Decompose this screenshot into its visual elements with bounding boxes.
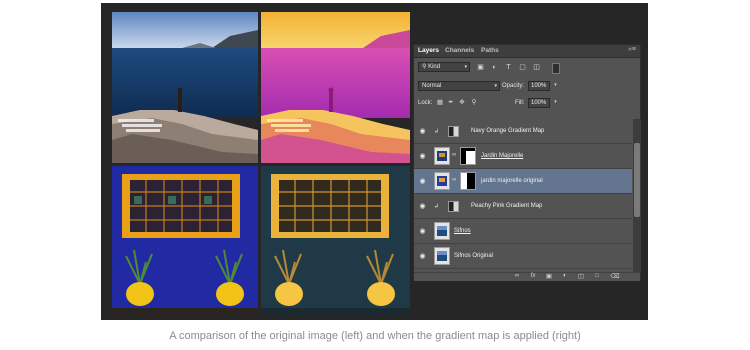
gradient-map-adjustment-icon [448,126,459,137]
lock-label: Lock: [418,100,433,106]
filter-shape-icon[interactable]: ▢ [518,63,527,72]
blend-mode-dropdown[interactable]: Normal ▾ [418,81,500,91]
lock-move-icon[interactable]: ✥ [458,99,466,107]
layers-scrollbar-thumb[interactable] [634,143,640,217]
layer-row-jardin-majorelle[interactable]: ◉ ∞ Jardin Majorelle [414,144,632,169]
image-caption: A comparison of the original image (left… [169,330,581,342]
lock-all-icon[interactable]: ⚲ [470,99,478,107]
chevron-down-icon: ▾ [494,83,497,89]
layer-name[interactable]: Jardin Majorelle [481,153,523,159]
layer-row-jardin-majorelle-original[interactable]: ◉ ∞ jardin majorelle original [414,169,632,194]
layer-name[interactable]: Peachy Pink Gradient Map [471,203,542,209]
layer-row-sifnos[interactable]: ◉ Sifnos [414,219,632,244]
chevron-down-icon: ▾ [464,64,467,70]
adjustment-layer-icon[interactable]: ◐ [560,272,570,279]
lock-paint-icon[interactable]: ✒ [447,99,455,107]
screenshot-frame: Layers Channels Paths »≡ ⚲ Kind ▾ ▣ ◐ T … [101,3,648,320]
layer-mask-thumbnail[interactable] [460,172,476,190]
eye-icon[interactable]: ◉ [418,202,427,211]
opacity-input[interactable]: 100% [528,81,550,91]
sifnos-original-image [112,12,258,163]
photo-sifnos-original [112,12,258,163]
tab-paths[interactable]: Paths [481,47,499,54]
tab-layers[interactable]: Layers [418,47,439,54]
filter-kind-label: Kind [428,64,441,70]
eye-icon[interactable]: ◉ [418,227,427,236]
filter-smart-object-icon[interactable]: ◫ [532,63,541,72]
fill-input[interactable]: 100% [528,98,550,108]
trash-icon[interactable]: ⌫ [610,272,620,280]
add-mask-icon[interactable]: ▣ [544,272,554,280]
layer-name[interactable]: Sifnos [454,228,471,234]
eye-icon[interactable]: ◉ [418,177,427,186]
layer-thumbnail [434,147,450,165]
clip-arrow-icon: ↲ [434,204,440,210]
eye-icon[interactable]: ◉ [418,252,427,261]
fill-slider-icon[interactable]: ▾ [551,98,560,107]
clip-arrow-icon: ↲ [434,129,440,135]
layer-name[interactable]: jardin majorelle original [481,178,543,184]
fill-label: Fill: [515,100,525,106]
photo-majorelle-original [112,166,258,316]
link-icon[interactable]: ∞ [452,177,456,183]
link-layers-icon[interactable]: ∞ [512,272,522,279]
photo-majorelle-gradient [261,166,410,316]
group-folder-icon[interactable]: ◫ [576,272,586,280]
blend-mode-value: Normal [422,83,442,89]
layer-row-navy-orange[interactable]: ◉ ↲ Navy Orange Gradient Map [414,119,632,144]
search-icon: ⚲ [422,64,427,70]
new-layer-icon[interactable]: □ [592,272,602,279]
filter-adjustment-icon[interactable]: ◐ [490,63,499,72]
panel-tab-bar: Layers Channels Paths »≡ [414,45,640,58]
eye-icon[interactable]: ◉ [418,127,427,136]
filter-type-icon[interactable]: T [504,63,513,72]
eye-icon[interactable]: ◉ [418,152,427,161]
link-icon[interactable]: ∞ [452,152,456,158]
sifnos-gradient-image [261,12,410,163]
layer-thumbnail [434,247,450,265]
layer-row-peachy-pink[interactable]: ◉ ↲ Peachy Pink Gradient Map [414,194,632,219]
opacity-slider-icon[interactable]: ▾ [551,81,560,90]
layer-thumbnail [434,222,450,240]
filter-toggle-icon[interactable] [552,63,560,74]
layer-name[interactable]: Sifnos Original [454,253,493,259]
layers-footer-toolbar: ∞ fx ▣ ◐ ◫ □ ⌫ [414,272,640,281]
opacity-label: Opacity: [502,83,525,89]
photo-sifnos-gradient [261,12,410,163]
majorelle-gradient-image [261,166,410,316]
gradient-map-adjustment-icon [448,201,459,212]
layers-panel: Layers Channels Paths »≡ ⚲ Kind ▾ ▣ ◐ T … [413,44,641,281]
tab-channels[interactable]: Channels [445,47,474,54]
layer-name[interactable]: Navy Orange Gradient Map [471,128,544,134]
majorelle-original-image [112,166,258,316]
lock-transparent-icon[interactable]: ▦ [436,99,444,107]
layer-mask-thumbnail[interactable] [460,147,476,165]
panel-menu-icon[interactable]: »≡ [628,46,636,53]
filter-kind-dropdown[interactable]: ⚲ Kind ▾ [418,62,470,72]
filter-pixel-icon[interactable]: ▣ [476,63,485,72]
fx-icon[interactable]: fx [528,272,538,279]
layer-row-sifnos-original[interactable]: ◉ Sifnos Original [414,244,632,269]
layer-thumbnail [434,172,450,190]
